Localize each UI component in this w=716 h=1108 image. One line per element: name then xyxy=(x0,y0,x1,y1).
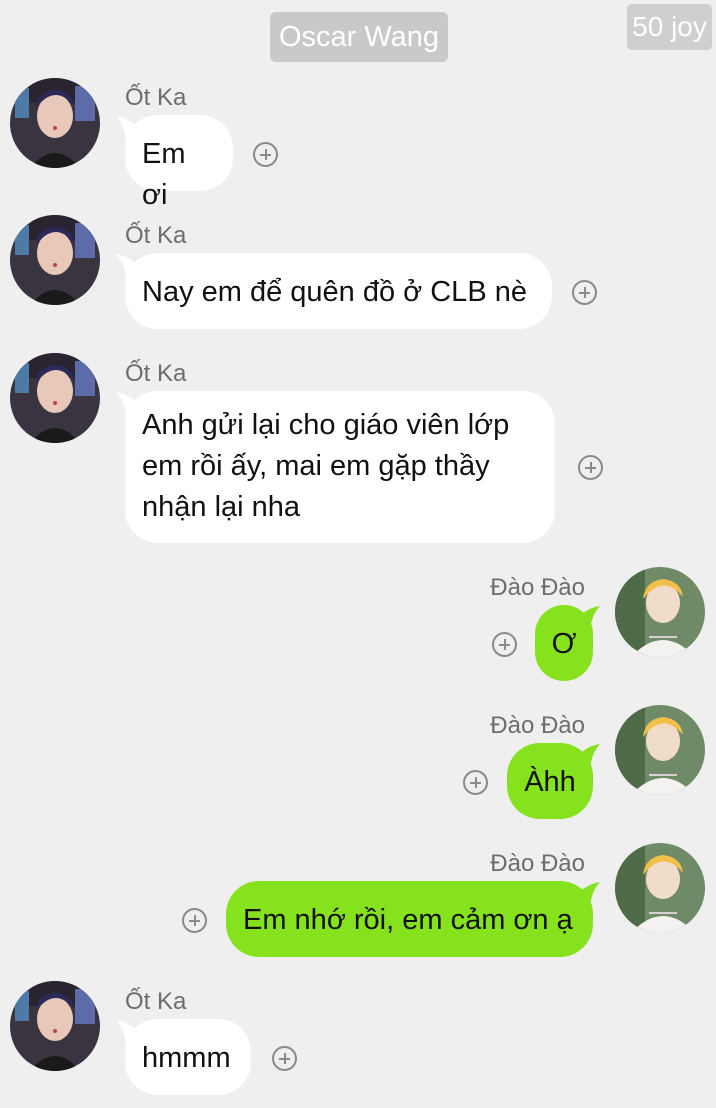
add-reaction-icon[interactable] xyxy=(492,632,517,657)
sender-name: Ốt Ka xyxy=(125,988,187,1015)
add-reaction-icon[interactable] xyxy=(578,455,603,480)
sender-name: Đào Đào xyxy=(490,574,585,601)
chat-title[interactable]: Oscar Wang xyxy=(270,12,448,62)
sender-name: Ốt Ka xyxy=(125,360,187,387)
sender-name: Đào Đào xyxy=(490,712,585,739)
message-bubble[interactable]: Em nhớ rồi, em cảm ơn ạ xyxy=(226,881,593,957)
message-bubble[interactable]: Anh gửi lại cho giáo viên lớp em rồi ấy,… xyxy=(125,391,555,543)
watermark: 50 joy xyxy=(627,4,712,50)
message-bubble[interactable]: hmmm xyxy=(125,1019,251,1095)
avatar-daodao[interactable] xyxy=(615,843,705,933)
message-line: em rồi ấy, mai em gặp thầy xyxy=(142,450,490,482)
message-line: Anh gửi lại cho giáo viên lớp xyxy=(142,409,510,441)
add-reaction-icon[interactable] xyxy=(253,142,278,167)
avatar-daodao[interactable] xyxy=(615,705,705,795)
add-reaction-icon[interactable] xyxy=(572,280,597,305)
avatar-otka[interactable] xyxy=(10,215,100,305)
add-reaction-icon[interactable] xyxy=(272,1046,297,1071)
avatar-otka[interactable] xyxy=(10,78,100,168)
message-line: nhận lại nha xyxy=(142,491,301,523)
add-reaction-icon[interactable] xyxy=(182,908,207,933)
avatar-otka[interactable] xyxy=(10,981,100,1071)
avatar-daodao[interactable] xyxy=(615,567,705,657)
message-bubble[interactable]: Nay em để quên đồ ở CLB nè xyxy=(125,253,552,329)
message-bubble[interactable]: Ơ xyxy=(535,605,593,681)
message-bubble[interactable]: Em ơi xyxy=(125,115,233,211)
sender-name: Đào Đào xyxy=(490,850,585,877)
sender-name: Ốt Ka xyxy=(125,222,187,249)
avatar-otka[interactable] xyxy=(10,353,100,443)
sender-name: Ốt Ka xyxy=(125,84,187,111)
message-bubble[interactable]: Àhh xyxy=(507,743,593,819)
add-reaction-icon[interactable] xyxy=(463,770,488,795)
